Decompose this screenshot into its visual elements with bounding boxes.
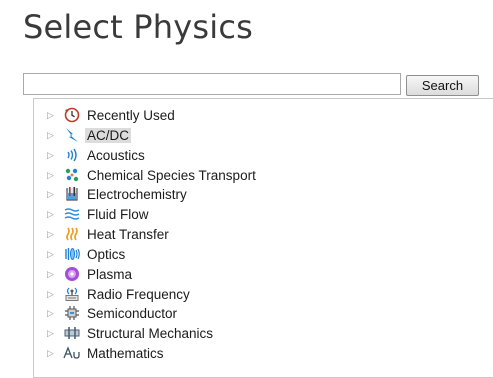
expand-arrow-icon[interactable]: ▷ [47, 110, 57, 121]
tree-item-label: Radio Frequency [87, 286, 190, 302]
tree-item-mathematics[interactable]: ▷ Mathematics [47, 344, 166, 362]
clock-icon [62, 107, 82, 123]
search-input[interactable] [23, 73, 401, 95]
expand-arrow-icon[interactable]: ▷ [47, 249, 57, 260]
tree-item-label: Acoustics [87, 147, 145, 163]
expand-arrow-icon[interactable]: ▷ [47, 229, 57, 240]
tree-item-label: Electrochemistry [87, 186, 187, 202]
tree-item-plasma[interactable]: ▷ Plasma [47, 265, 134, 283]
lightning-icon [62, 127, 82, 143]
beaker-icon [62, 186, 82, 202]
tree-item-label: Chemical Species Transport [87, 167, 256, 183]
tree-item-label: Fluid Flow [87, 206, 149, 222]
tree-item-heat-transfer[interactable]: ▷ Heat Transfer [47, 225, 171, 243]
sound-waves-icon [62, 147, 82, 163]
tree-item-optics[interactable]: ▷ Optics [47, 245, 127, 263]
tree-item-acoustics[interactable]: ▷ Acoustics [47, 146, 147, 164]
plasma-icon [62, 266, 82, 282]
heat-icon [62, 226, 82, 242]
expand-arrow-icon[interactable]: ▷ [47, 308, 57, 319]
antenna-icon [62, 286, 82, 302]
tree-item-label: Optics [87, 246, 126, 262]
molecules-icon [62, 167, 82, 183]
expand-arrow-icon[interactable]: ▷ [47, 289, 57, 300]
beam-icon [62, 325, 82, 341]
optics-icon [62, 246, 82, 262]
expand-arrow-icon[interactable]: ▷ [47, 150, 57, 161]
tree-item-label: Plasma [87, 266, 133, 282]
tree-item-label: AC/DC [85, 127, 132, 143]
flow-waves-icon [62, 206, 82, 222]
page-title: Select Physics [23, 8, 254, 46]
expand-arrow-icon[interactable]: ▷ [47, 170, 57, 181]
expand-arrow-icon[interactable]: ▷ [47, 269, 57, 280]
expand-arrow-icon[interactable]: ▷ [47, 189, 57, 200]
tree-item-acdc[interactable]: ▷ AC/DC [47, 126, 132, 144]
tree-item-structural-mechanics[interactable]: ▷ Structural Mechanics [47, 324, 215, 342]
chip-icon [62, 305, 82, 321]
tree-item-fluid-flow[interactable]: ▷ Fluid Flow [47, 205, 151, 223]
expand-arrow-icon[interactable]: ▷ [47, 348, 57, 359]
tree-item-label: Heat Transfer [87, 226, 169, 242]
tree-item-chemical-species-transport[interactable]: ▷ Chemical Species Transport [47, 166, 258, 184]
expand-arrow-icon[interactable]: ▷ [47, 209, 57, 220]
tree-item-electrochemistry[interactable]: ▷ Electrochemistry [47, 185, 189, 203]
expand-arrow-icon[interactable]: ▷ [47, 328, 57, 339]
tree-item-label: Recently Used [87, 107, 175, 123]
physics-tree[interactable]: ▷ Recently Used ▷ AC/DC ▷ Acoustics ▷ Ch… [33, 98, 493, 378]
tree-item-label: Mathematics [87, 345, 164, 361]
tree-item-label: Structural Mechanics [87, 325, 214, 341]
tree-item-semiconductor[interactable]: ▷ Semiconductor [47, 304, 179, 322]
search-button[interactable]: Search [406, 75, 479, 96]
expand-arrow-icon[interactable]: ▷ [47, 130, 57, 141]
tree-item-label: Semiconductor [87, 305, 178, 321]
tree-item-radio-frequency[interactable]: ▷ Radio Frequency [47, 285, 192, 303]
math-icon [62, 345, 82, 361]
tree-item-recently-used[interactable]: ▷ Recently Used [47, 106, 177, 124]
